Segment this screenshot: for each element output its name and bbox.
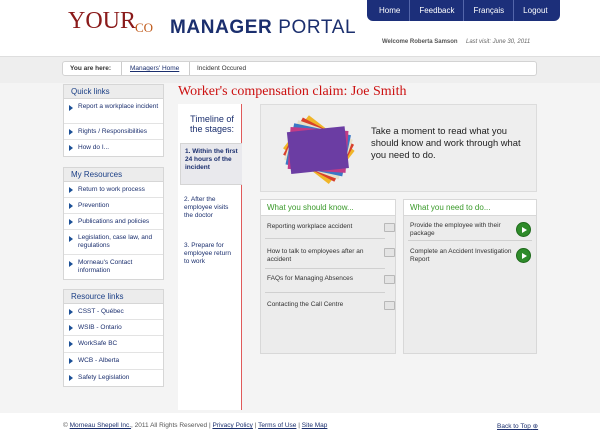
- breadcrumb-divider: [121, 62, 122, 75]
- sidebar-item-return-to-work[interactable]: Return to work process: [64, 182, 163, 198]
- arrow-icon: [69, 309, 73, 315]
- sidebar-item-rights[interactable]: Rights / Responsibilities: [64, 124, 163, 140]
- my-resources-heading: My Resources: [64, 168, 163, 182]
- expand-button[interactable]: [384, 223, 395, 232]
- nav-home-link[interactable]: Home: [370, 0, 411, 21]
- sidebar-item-publications[interactable]: Publications and policies: [64, 214, 163, 230]
- expand-button[interactable]: [384, 275, 395, 284]
- back-to-top-link[interactable]: Back to Top ⊕: [497, 422, 538, 430]
- welcome-text: Welcome Roberta Samson: [382, 39, 458, 45]
- arrow-icon: [69, 105, 73, 111]
- should-know-heading: What you should know...: [261, 200, 395, 216]
- breadcrumb-divider: [189, 62, 190, 75]
- sidebar-item-safety-legislation[interactable]: Safety Legislation: [64, 370, 163, 386]
- breadcrumb: You are here: Managers' Home Incident Oc…: [62, 61, 537, 76]
- sidebar-item-legislation[interactable]: Legislation, case law, and regulations: [64, 230, 163, 255]
- need-item-investigation-report[interactable]: Complete an Accident Investigation Repor…: [410, 248, 515, 264]
- timeline-stage-2[interactable]: 2. After the employee visits the doctor: [180, 196, 242, 220]
- site-header: YOURCO MANAGER PORTAL Home Feedback Fran…: [0, 0, 600, 56]
- row-divider: [265, 292, 385, 293]
- breadcrumb-current: Incident Occured: [197, 65, 247, 72]
- privacy-link[interactable]: Privacy Policy: [212, 422, 252, 429]
- arrow-icon: [69, 325, 73, 331]
- quick-links-box: Quick links Report a workplace incident …: [63, 84, 164, 157]
- breadcrumb-home-link[interactable]: Managers' Home: [130, 62, 179, 76]
- arrow-icon: [69, 261, 73, 267]
- row-divider: [265, 268, 385, 269]
- arrow-icon: [69, 236, 73, 242]
- folders-image: [283, 115, 355, 184]
- sidebar-item-contact-info[interactable]: Morneau's Contact information: [64, 255, 163, 279]
- nav-feedback-link[interactable]: Feedback: [410, 0, 465, 21]
- intro-text: Take a moment to read what you should kn…: [371, 125, 521, 160]
- last-visit-text: Last visit: June 30, 2011: [466, 39, 531, 45]
- breadcrumb-prefix: You are here:: [70, 65, 112, 72]
- footer-links: © Morneau Shepell Inc., 2011 All Rights …: [63, 422, 328, 429]
- go-arrow-icon[interactable]: [516, 222, 531, 237]
- sidebar-item-csst[interactable]: CSST - Québec: [64, 304, 163, 320]
- arrow-icon: [69, 145, 73, 151]
- arrow-icon: [69, 341, 73, 347]
- timeline-stage-1[interactable]: 1. Within the first 24 hours of the inci…: [180, 143, 242, 185]
- site-logo[interactable]: YOURCO: [68, 8, 154, 35]
- go-arrow-icon[interactable]: [516, 248, 531, 263]
- expand-button[interactable]: [384, 248, 395, 257]
- sidebar-item-wcb[interactable]: WCB - Alberta: [64, 353, 163, 370]
- timeline-heading: Timeline of the stages:: [189, 114, 235, 134]
- know-item-talk-to-employees[interactable]: How to talk to employees after an accide…: [267, 248, 395, 264]
- intro-banner: Take a moment to read what you should kn…: [260, 104, 537, 192]
- resource-links-box: Resource links CSST - Québec WSIB - Onta…: [63, 289, 164, 387]
- sidebar-item-how-do-i[interactable]: How do I...: [64, 140, 163, 156]
- my-resources-box: My Resources Return to work process Prev…: [63, 167, 164, 280]
- sidebar-item-wsib[interactable]: WSIB - Ontario: [64, 320, 163, 336]
- need-item-provide-package[interactable]: Provide the employee with their package: [410, 222, 515, 238]
- arrow-icon: [69, 358, 73, 364]
- nav-logout-link[interactable]: Logout: [514, 0, 556, 21]
- up-arrow-icon: ⊕: [532, 423, 539, 430]
- need-to-do-heading: What you need to do...: [404, 200, 536, 216]
- sidebar-item-report-incident[interactable]: Report a workplace incident: [64, 99, 163, 124]
- top-nav: Home Feedback Français Logout: [367, 0, 560, 21]
- know-item-faqs[interactable]: FAQs for Managing Absences: [267, 275, 395, 284]
- arrow-icon: [69, 203, 73, 209]
- need-to-do-panel: What you need to do... Provide the emplo…: [403, 199, 537, 354]
- row-divider: [408, 240, 532, 241]
- should-know-panel: What you should know... Reporting workpl…: [260, 199, 396, 354]
- sidebar-item-worksafe[interactable]: WorkSafe BC: [64, 336, 163, 353]
- quick-links-heading: Quick links: [64, 85, 163, 99]
- terms-link[interactable]: Terms of Use: [258, 422, 296, 429]
- arrow-icon: [69, 375, 73, 381]
- portal-title: MANAGER PORTAL: [170, 17, 357, 38]
- timeline-stage-3[interactable]: 3. Prepare for employee return to work: [180, 242, 242, 266]
- sitemap-link[interactable]: Site Map: [302, 422, 328, 429]
- arrow-icon: [69, 129, 73, 135]
- nav-language-link[interactable]: Français: [464, 0, 515, 21]
- timeline-panel: Timeline of the stages: 1. Within the fi…: [178, 104, 242, 410]
- row-divider: [265, 238, 385, 239]
- arrow-icon: [69, 187, 73, 193]
- site-footer: © Morneau Shepell Inc., 2011 All Rights …: [0, 413, 600, 441]
- know-item-reporting[interactable]: Reporting workplace accident: [267, 223, 395, 232]
- company-link[interactable]: Morneau Shepell Inc.: [70, 422, 131, 429]
- sidebar-item-prevention[interactable]: Prevention: [64, 198, 163, 214]
- resource-links-heading: Resource links: [64, 290, 163, 304]
- know-item-call-centre[interactable]: Contacting the Call Centre: [267, 301, 395, 310]
- expand-button[interactable]: [384, 301, 395, 310]
- page-title: Worker's compensation claim: Joe Smith: [178, 84, 407, 99]
- arrow-icon: [69, 219, 73, 225]
